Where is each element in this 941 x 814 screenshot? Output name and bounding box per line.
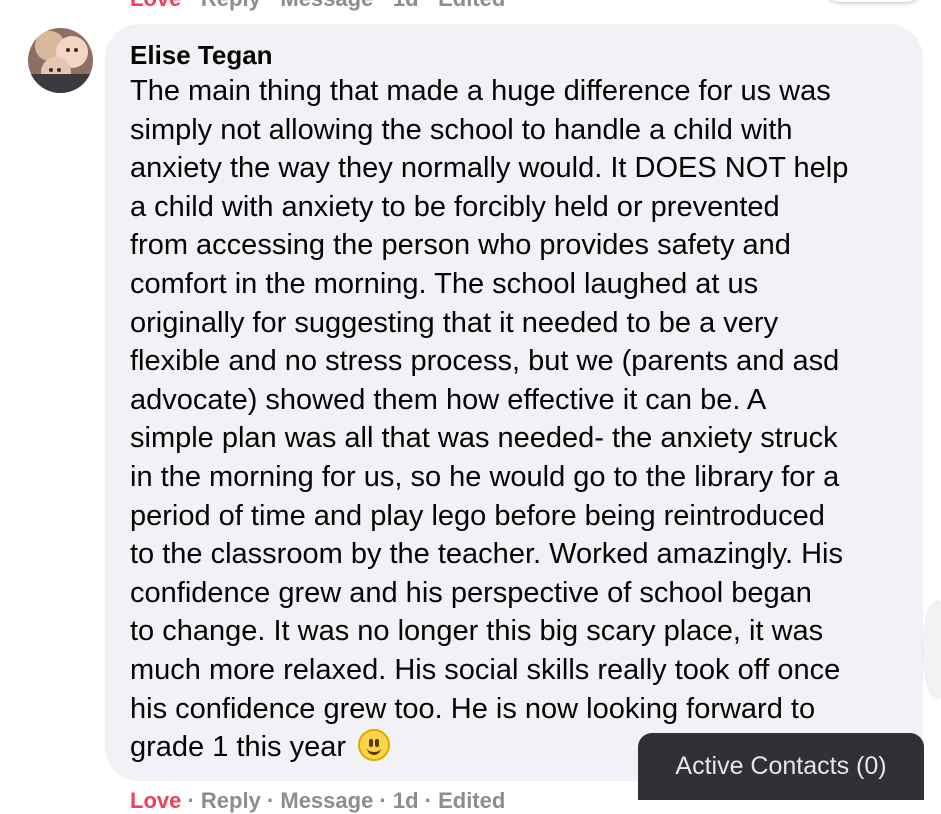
- previous-comment-meta[interactable]: · Reply · Message · 1d · Edited: [181, 0, 505, 11]
- avatar[interactable]: [28, 28, 93, 93]
- love-reaction-link[interactable]: Love: [130, 0, 181, 11]
- previous-reactions-pill[interactable]: [826, 0, 920, 2]
- active-contacts-button[interactable]: Active Contacts (0): [638, 733, 924, 800]
- scroll-edge-shadow: [922, 600, 941, 700]
- comment-actions: Love · Reply · Message · 1d · Edited: [130, 788, 505, 814]
- comment-meta[interactable]: · Reply · Message · 1d · Edited: [181, 788, 505, 813]
- active-contacts-label: Active Contacts (0): [675, 752, 887, 780]
- love-reaction-link[interactable]: Love: [130, 788, 181, 813]
- comment-text: The main thing that made a huge differen…: [130, 75, 849, 764]
- slightly-smiling-face-icon: [358, 729, 391, 762]
- previous-comment-actions: Love · Reply · Message · 1d · Edited: [130, 0, 505, 12]
- comment-author[interactable]: Elise Tegan: [130, 40, 273, 71]
- comment-body: The main thing that made a huge differen…: [130, 72, 910, 767]
- avatar-photo: [28, 28, 93, 93]
